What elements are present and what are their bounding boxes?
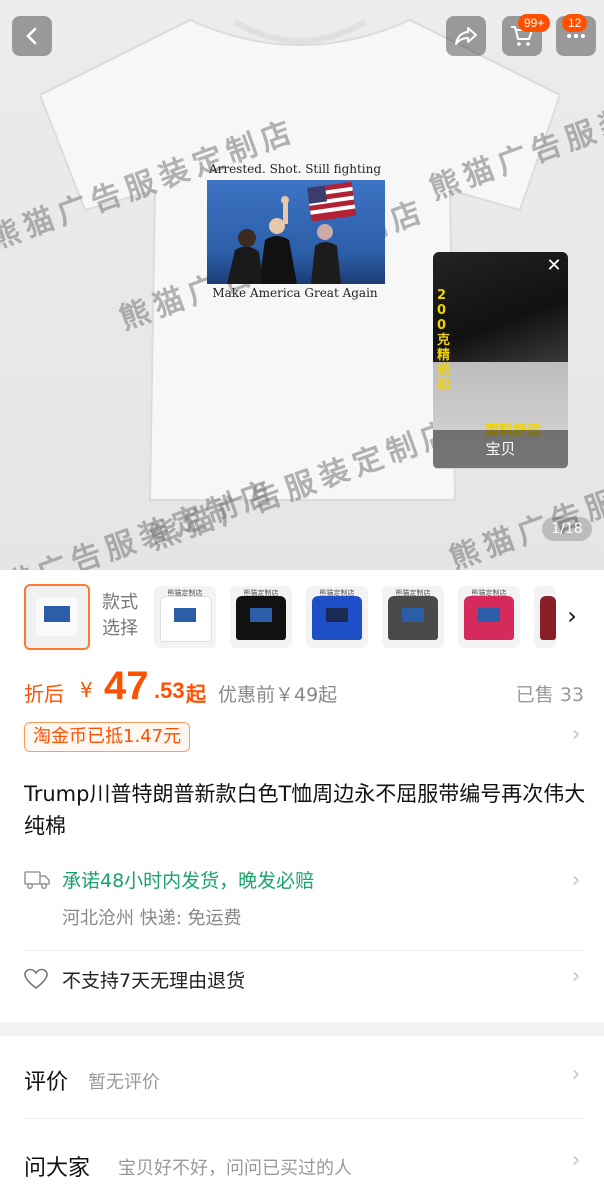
variant-swatch[interactable]: 熊猫定制店 [306, 586, 368, 648]
variant-swatch[interactable]: 熊猫定制店 [458, 586, 520, 648]
video-vertical-text: 200克精梳棉 [437, 288, 451, 393]
video-caption: 宝贝 [433, 430, 568, 468]
print-top-text: Arrested. Shot. Still fighting [208, 162, 382, 176]
truck-icon [24, 871, 50, 890]
variant-swatch-partial[interactable] [534, 586, 556, 648]
sold-count: 已售 33 [515, 684, 584, 706]
chevron-left-icon [26, 27, 37, 45]
chevron-right-icon: › [571, 722, 581, 747]
variant-swatch[interactable]: 熊猫定制店 [154, 586, 216, 648]
swatch-shirt [540, 596, 556, 640]
image-pager: 1/18 [542, 517, 592, 541]
variant-swatch[interactable]: 熊猫定制店 [230, 586, 292, 648]
swatch-print [478, 608, 500, 622]
close-icon[interactable]: ✕ [544, 256, 564, 276]
divider [24, 1118, 584, 1119]
price-row: 折后 ¥ 47 .53 起 优惠前￥49起 已售 33 [24, 664, 584, 710]
price-suffix: 起 [186, 682, 206, 706]
video-preview[interactable]: 200克精梳棉 面料舒适 宝贝 ✕ [433, 252, 568, 469]
reviews-row[interactable]: 评价 暂无评价 › [24, 1060, 584, 1100]
price-integer: 47 [104, 664, 149, 708]
chevron-right-icon: › [571, 1062, 581, 1087]
swatch-print [402, 608, 424, 622]
message-badge: 12 [562, 14, 588, 32]
return-policy-row[interactable]: 不支持7天无理由退货 › [24, 962, 584, 998]
more-button[interactable]: 12 [556, 14, 596, 56]
swatch-print [326, 608, 348, 622]
swatch-print [250, 608, 272, 622]
price-decimal: .53 [154, 678, 185, 703]
qa-subtitle: 宝贝好不好，问问已买过的人 [118, 1158, 352, 1179]
shipping-row[interactable]: 承诺48小时内发货，晚发必赔 河北沧州 快递: 免运费 › [24, 866, 584, 938]
coin-row[interactable]: 淘金币已抵1.47元 › [24, 722, 584, 754]
variant-label-line2: 选择 [102, 618, 138, 639]
reviews-subtitle: 暂无评价 [88, 1072, 160, 1093]
more-icon [567, 34, 585, 38]
variant-selector: 款式 选择 熊猫定制店 熊猫定制店 熊猫定制店 熊猫定制店 熊猫定制店 › [24, 584, 604, 650]
variant-swatch[interactable]: 熊猫定制店 [382, 586, 444, 648]
product-detail-panel: 款式 选择 熊猫定制店 熊猫定制店 熊猫定制店 熊猫定制店 熊猫定制店 › 折后… [0, 570, 604, 1200]
print-bottom-text: Make America Great Again [212, 286, 378, 300]
cart-button[interactable]: 99+ [502, 14, 551, 56]
qa-row[interactable]: 问大家 宝贝好不好，问问已买过的人 › [24, 1146, 584, 1186]
coin-discount-tag: 淘金币已抵1.47元 [24, 722, 191, 752]
share-icon [455, 27, 477, 45]
share-button[interactable] [446, 16, 486, 56]
shipping-promise: 承诺48小时内发货，晚发必赔 [62, 870, 315, 892]
shirt-print: Arrested. Shot. Still fighting Make Amer… [205, 160, 385, 305]
product-image-gallery[interactable]: 熊猫广告服装定制店 熊猫广告服装定制店 熊猫广告服装定制店 熊猫广告服装定制店 … [0, 0, 604, 570]
swatch-print [174, 608, 196, 622]
chevron-right-icon: › [571, 964, 581, 989]
variant-label: 款式 选择 [102, 590, 152, 642]
print-photo [207, 180, 385, 284]
divider [24, 950, 584, 951]
chevron-right-icon: › [571, 1148, 581, 1173]
shipping-detail: 河北沧州 快递: 免运费 [62, 908, 242, 929]
cart-badge: 99+ [518, 14, 551, 32]
variant-label-line1: 款式 [102, 592, 138, 613]
heart-icon [24, 968, 48, 990]
variant-thumbnail-selected[interactable] [24, 584, 90, 650]
chevron-right-icon: › [571, 868, 581, 893]
product-title: Trump川普特朗普新款白色T恤周边永不屈服带编号再次伟大纯棉 [24, 782, 586, 838]
qa-title: 问大家 [24, 1156, 91, 1181]
price-before: 优惠前￥49起 [218, 684, 338, 706]
return-policy-text: 不支持7天无理由退货 [62, 970, 246, 992]
reviews-title: 评价 [24, 1070, 69, 1095]
price-after-label: 折后 [24, 682, 64, 706]
price-currency: ¥ [80, 678, 93, 702]
section-gap [0, 1022, 604, 1036]
back-button[interactable] [12, 16, 52, 56]
chevron-right-icon[interactable]: › [562, 602, 582, 630]
thumb-print [44, 606, 70, 622]
